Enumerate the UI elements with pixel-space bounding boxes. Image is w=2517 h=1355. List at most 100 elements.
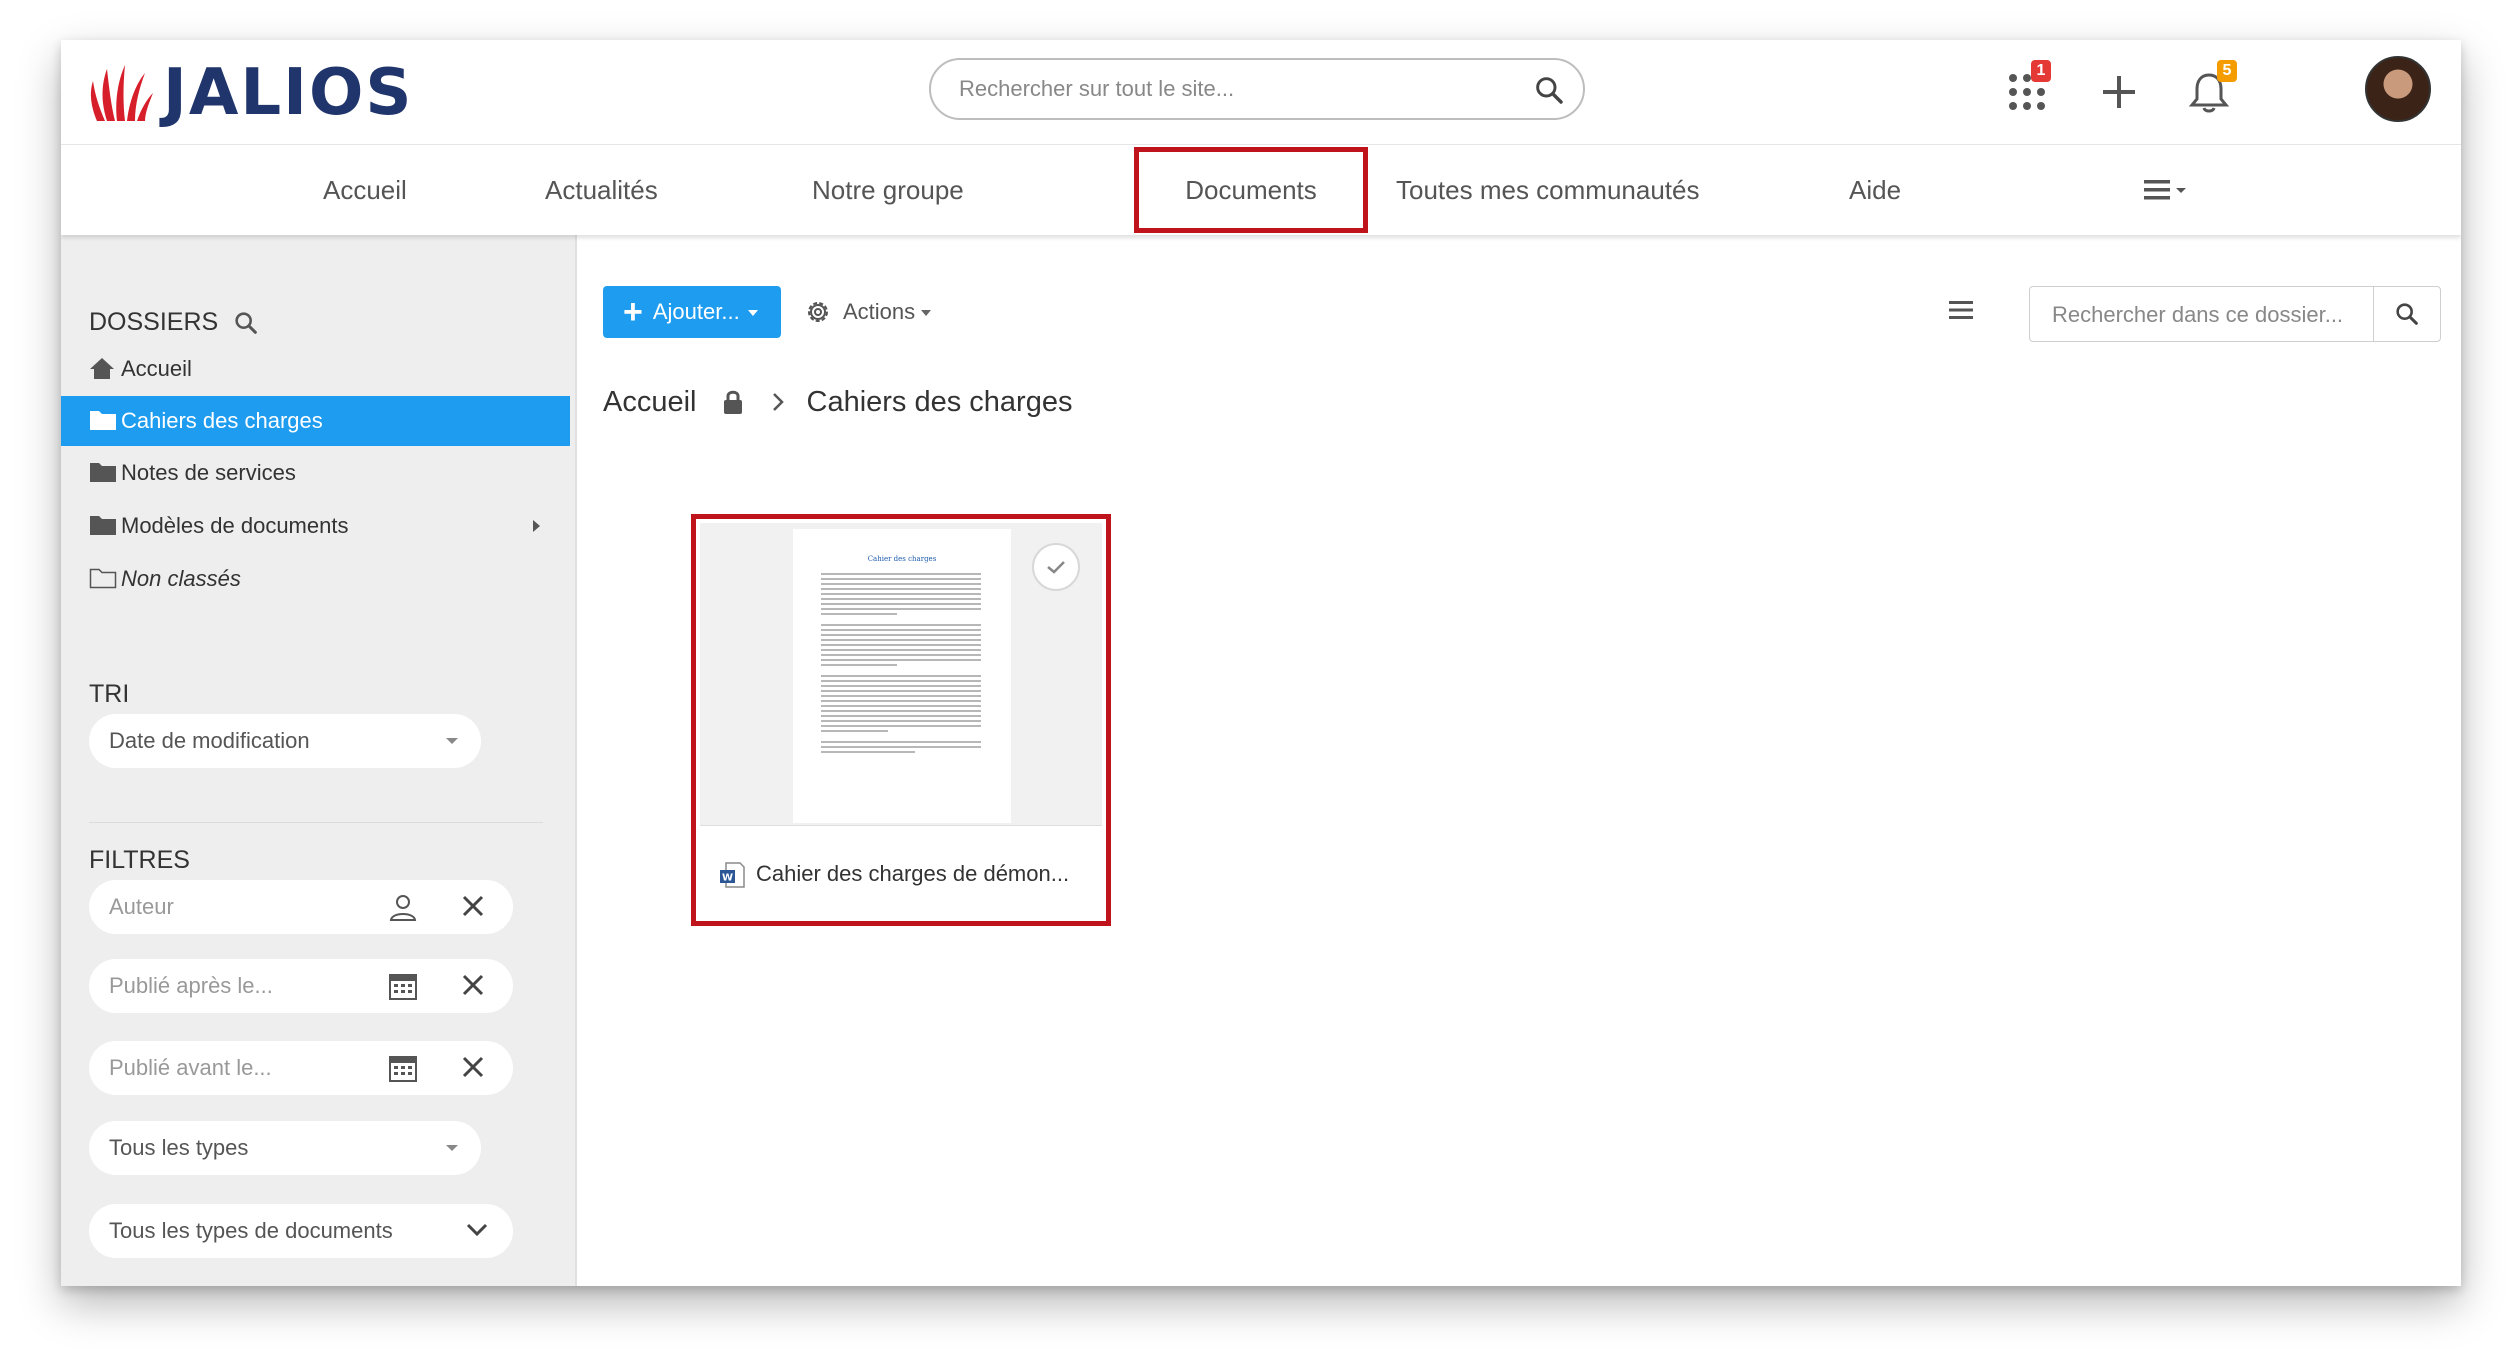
plus-icon — [2103, 76, 2135, 108]
user-avatar[interactable] — [2365, 56, 2431, 122]
create-button[interactable] — [2089, 64, 2149, 120]
select-checkbox[interactable] — [1032, 543, 1080, 591]
breadcrumb: Accueil Cahiers des charges — [603, 380, 1072, 424]
header: JALIOS 1 5 — [61, 40, 2461, 144]
search-icon[interactable] — [232, 309, 260, 337]
sort-title: TRI — [89, 680, 130, 708]
home-icon — [90, 358, 114, 379]
nav-item-communautes[interactable]: Toutes mes communautés — [1396, 145, 1699, 235]
types-value: Tous les types — [109, 1135, 249, 1160]
folder-icon — [90, 516, 116, 535]
chevron-down-icon — [446, 738, 458, 744]
document-name[interactable]: Cahier des charges de démon... — [756, 861, 1069, 887]
calendar-icon[interactable] — [388, 971, 418, 1001]
preview-text-line — [821, 680, 981, 682]
sort-select[interactable]: Date de modification — [89, 714, 481, 768]
folder-item-notes-de-services[interactable]: Notes de services — [61, 448, 570, 498]
folder-search-box[interactable] — [2029, 286, 2441, 342]
preview-text-line — [821, 639, 981, 641]
folder-item-accueil[interactable]: Accueil — [61, 344, 570, 394]
nav-item-notre-groupe[interactable]: Notre groupe — [812, 145, 964, 235]
lock-icon — [723, 389, 743, 415]
preview-text-line — [821, 700, 981, 702]
jalios-logo[interactable]: JALIOS — [87, 58, 413, 128]
preview-text-line — [821, 659, 981, 661]
folder-label: Non classés — [121, 566, 241, 591]
app-window: JALIOS 1 5 — [61, 40, 2461, 1286]
search-icon[interactable] — [1533, 74, 1565, 111]
published-after-placeholder[interactable]: Publié après le... — [109, 959, 273, 1013]
hamburger-menu-icon — [2144, 180, 2186, 200]
notifications-button[interactable]: 5 — [2179, 60, 2239, 120]
main-navigation: Accueil Actualités Notre groupe Document… — [61, 144, 2461, 235]
main-content: + Ajouter... Actions Accueil — [577, 234, 2461, 1286]
types-select[interactable]: Tous les types — [89, 1121, 481, 1175]
folder-item-modeles-de-documents[interactable]: Modèles de documents — [61, 501, 570, 551]
preview-text-line — [821, 578, 981, 580]
document-types-select[interactable]: Tous les types de documents — [89, 1204, 513, 1258]
list-view-icon[interactable] — [1947, 298, 1975, 322]
apps-badge: 1 — [2031, 60, 2051, 82]
divider — [89, 822, 543, 823]
site-search-box[interactable] — [929, 58, 1585, 120]
chevron-right-icon — [771, 391, 785, 413]
documents-highlight-frame — [1134, 147, 1368, 233]
breadcrumb-root[interactable]: Accueil — [603, 386, 697, 419]
document-thumbnail[interactable]: Cahier des charges — [700, 523, 1102, 826]
clear-x-icon[interactable] — [460, 972, 486, 998]
folders-title: DOSSIERS — [89, 308, 219, 336]
preview-text-line — [821, 690, 981, 692]
preview-text-line — [821, 664, 897, 666]
filters-title: FILTRES — [89, 846, 190, 874]
folder-label: Cahiers des charges — [121, 408, 323, 433]
preview-text-line — [821, 720, 981, 722]
preview-text-line — [821, 725, 981, 727]
folder-label: Notes de services — [121, 460, 296, 485]
preview-title: Cahier des charges — [867, 555, 937, 563]
preview-text-line — [821, 710, 981, 712]
nav-item-aide[interactable]: Aide — [1849, 145, 1901, 235]
author-filter[interactable]: Auteur — [89, 880, 513, 934]
preview-text-line — [821, 608, 981, 610]
logo-text: JALIOS — [163, 56, 414, 130]
nav-more-menu[interactable] — [2144, 179, 2188, 203]
clear-x-icon[interactable] — [460, 893, 486, 919]
preview-text-line — [821, 705, 981, 707]
clear-x-icon[interactable] — [460, 1054, 486, 1080]
document-card[interactable]: Cahier des charges W Cahier des charges … — [691, 514, 1111, 926]
preview-text-line — [821, 695, 981, 697]
published-before-placeholder[interactable]: Publié avant le... — [109, 1041, 272, 1095]
preview-text-line — [821, 654, 981, 656]
expand-right-icon[interactable] — [531, 519, 541, 533]
folder-item-cahiers-des-charges[interactable]: Cahiers des charges — [61, 396, 570, 446]
folder-search-button[interactable] — [2373, 287, 2440, 341]
folder-search-input[interactable] — [2050, 301, 2374, 329]
preview-text-line — [821, 741, 981, 743]
chevron-down-icon — [466, 1223, 488, 1237]
sidebar: DOSSIERS Accueil Cahiers des charges Not… — [61, 234, 577, 1286]
preview-text-line — [821, 634, 981, 636]
preview-text-line — [821, 644, 981, 646]
notifications-badge: 5 — [2217, 60, 2237, 82]
nav-item-accueil[interactable]: Accueil — [323, 145, 407, 235]
published-after-filter[interactable]: Publié après le... — [89, 959, 513, 1013]
folder-icon — [90, 411, 116, 430]
folder-item-non-classes[interactable]: Non classés — [61, 554, 570, 604]
nav-item-actualites[interactable]: Actualités — [545, 145, 658, 235]
search-icon — [2396, 303, 2418, 325]
add-button[interactable]: + Ajouter... — [603, 286, 781, 338]
author-filter-placeholder[interactable]: Auteur — [109, 880, 174, 934]
actions-button[interactable]: Actions — [803, 286, 932, 338]
plus-icon: + — [623, 293, 643, 331]
calendar-icon[interactable] — [388, 1053, 418, 1083]
apps-button[interactable]: 1 — [1997, 60, 2057, 120]
published-before-filter[interactable]: Publié avant le... — [89, 1041, 513, 1095]
caret-down-icon — [921, 310, 932, 316]
svg-text:W: W — [722, 873, 733, 884]
site-search-input[interactable] — [957, 75, 1501, 103]
chevron-down-icon — [446, 1145, 458, 1151]
folders-section-header: DOSSIERS — [89, 308, 260, 337]
preview-text-line — [821, 593, 981, 595]
word-document-icon: W — [720, 862, 745, 888]
user-icon[interactable] — [388, 892, 418, 922]
